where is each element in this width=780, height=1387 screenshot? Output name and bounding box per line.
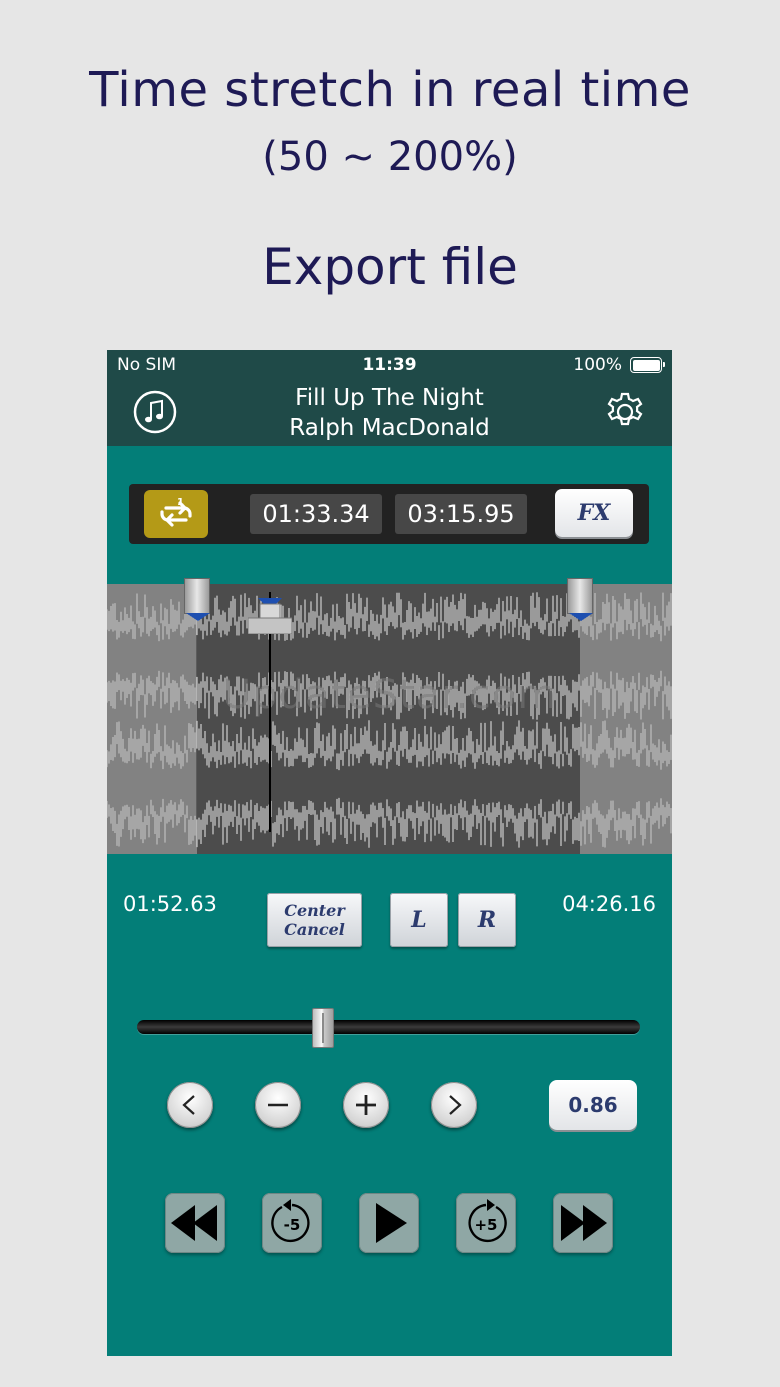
rewind-icon: [171, 1205, 217, 1241]
right-channel-button[interactable]: R: [458, 893, 516, 947]
increase-button[interactable]: [343, 1082, 389, 1128]
svg-text:1: 1: [177, 497, 184, 508]
center-cancel-button[interactable]: Center Cancel: [267, 893, 362, 947]
status-bar: No SIM 11:39 100%: [107, 350, 672, 380]
chevron-right-icon: [449, 1095, 462, 1115]
total-time: 04:26.16: [562, 892, 656, 916]
waveform-graph: [107, 592, 672, 848]
fx-button[interactable]: FX: [555, 489, 633, 537]
skip-back-5-icon: -5: [271, 1199, 310, 1243]
step-right-button[interactable]: [431, 1082, 477, 1128]
step-left-button[interactable]: [167, 1082, 213, 1128]
phone-screen: No SIM 11:39 100% Fill Up The Night Ralp…: [107, 350, 672, 1356]
promo-range: (50 ~ 200%): [262, 134, 518, 180]
speed-slider-thumb[interactable]: [312, 1008, 335, 1048]
play-icon: [376, 1203, 407, 1243]
battery-percent: 100%: [573, 355, 622, 375]
nav-title: Fill Up The Night Ralph MacDonald: [107, 383, 672, 443]
loop-repeat-icon: 1: [160, 497, 192, 527]
speed-value[interactable]: 0.86: [549, 1080, 637, 1130]
elapsed-time: 01:52.63: [123, 892, 217, 916]
gear-icon[interactable]: [602, 389, 648, 435]
song-artist: Ralph MacDonald: [289, 415, 490, 441]
center-cancel-label-1: Center: [284, 901, 345, 920]
skip-forward-5-icon: +5: [468, 1199, 507, 1243]
center-cancel-label-2: Cancel: [284, 920, 345, 939]
left-channel-button[interactable]: L: [390, 893, 448, 947]
loop-end-time[interactable]: 03:15.95: [395, 494, 527, 534]
promo-headline: Time stretch in real time: [89, 62, 691, 118]
fast-forward-button[interactable]: [553, 1193, 613, 1253]
loop-start-time[interactable]: 01:33.34: [250, 494, 382, 534]
minus-icon: [268, 1103, 288, 1107]
fast-forward-icon: [561, 1205, 607, 1241]
loop-start-handle[interactable]: [184, 578, 210, 621]
playhead-handle[interactable]: [247, 598, 293, 635]
play-button[interactable]: [359, 1193, 419, 1253]
watermark: UpdateStar.com: [221, 672, 558, 718]
song-title: Fill Up The Night: [295, 385, 484, 411]
skip-back-5-button[interactable]: -5: [262, 1193, 322, 1253]
battery-icon: [630, 357, 665, 373]
nav-bar: Fill Up The Night Ralph MacDonald: [107, 380, 672, 446]
transport-bar: 1 01:33.34 03:15.95 FX: [129, 484, 649, 544]
plus-icon: [356, 1095, 376, 1115]
loop-end-handle[interactable]: [567, 578, 593, 621]
chevron-left-icon: [182, 1095, 195, 1115]
skip-back-label: -5: [284, 1216, 301, 1234]
waveform-view[interactable]: UpdateStar.com: [107, 578, 672, 854]
loop-button[interactable]: 1: [144, 490, 208, 538]
decrease-button[interactable]: [255, 1082, 301, 1128]
skip-forward-5-button[interactable]: +5: [456, 1193, 516, 1253]
skip-forward-label: +5: [474, 1216, 497, 1234]
rewind-button[interactable]: [165, 1193, 225, 1253]
speed-slider[interactable]: [137, 1020, 640, 1034]
promo-export: Export file: [262, 238, 518, 296]
